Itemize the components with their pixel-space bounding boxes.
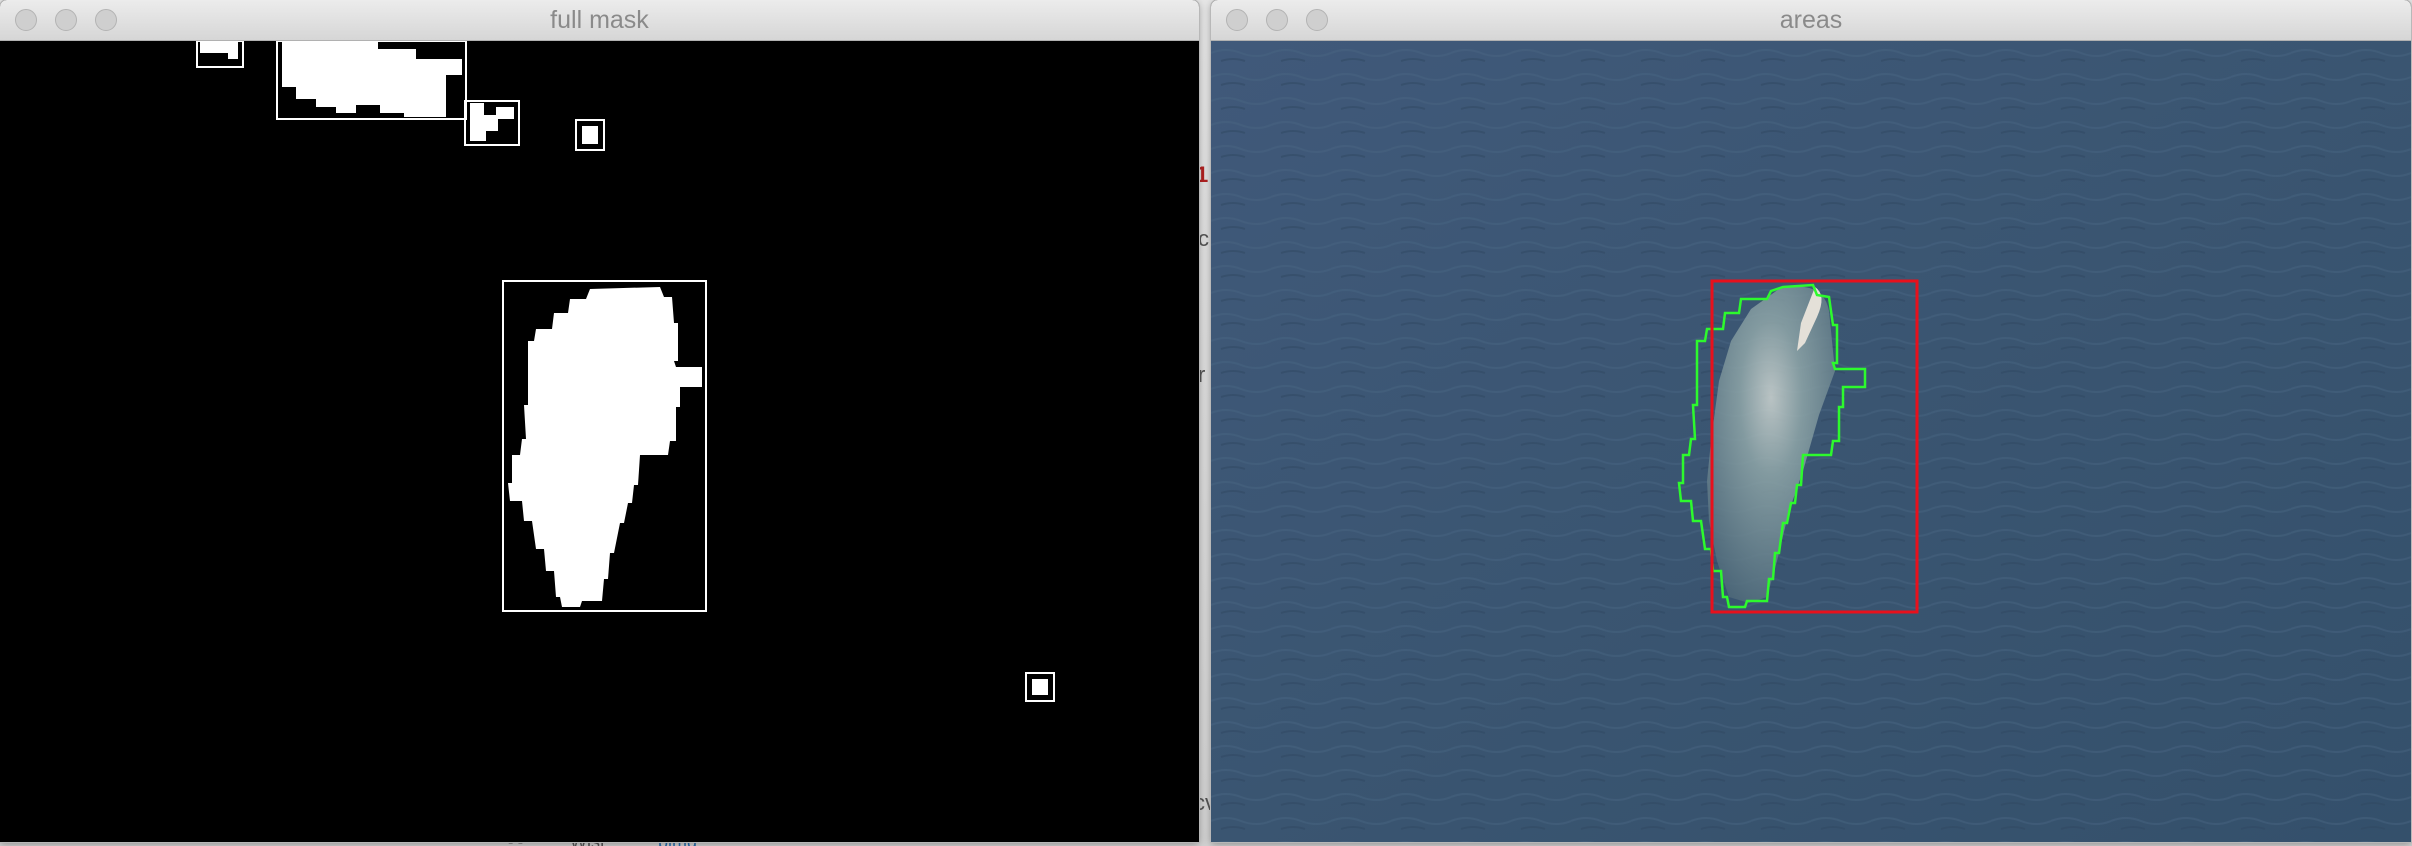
desktop: 1 c r cv - - Wjst blmg full mask	[0, 0, 2412, 846]
background-text: c	[1198, 226, 1209, 251]
mask-image	[196, 41, 1055, 702]
mask-canvas	[0, 41, 1199, 842]
window-title: full mask	[550, 6, 649, 34]
window-title: areas	[1779, 6, 1843, 34]
mask-blob	[470, 103, 514, 141]
ocean-image	[1211, 41, 2411, 842]
titlebar[interactable]: areas	[1211, 0, 2411, 41]
mask-blob	[1032, 679, 1048, 695]
mask-blob	[404, 87, 446, 117]
titlebar[interactable]: full mask	[0, 0, 1199, 41]
whale-mask	[508, 287, 702, 607]
background-text: r	[1198, 362, 1206, 387]
areas-canvas	[1211, 41, 2411, 842]
full-mask-window[interactable]: full mask	[0, 0, 1199, 842]
mask-blob	[200, 41, 238, 59]
areas-window[interactable]: areas	[1211, 0, 2411, 842]
mask-blob	[582, 126, 598, 144]
